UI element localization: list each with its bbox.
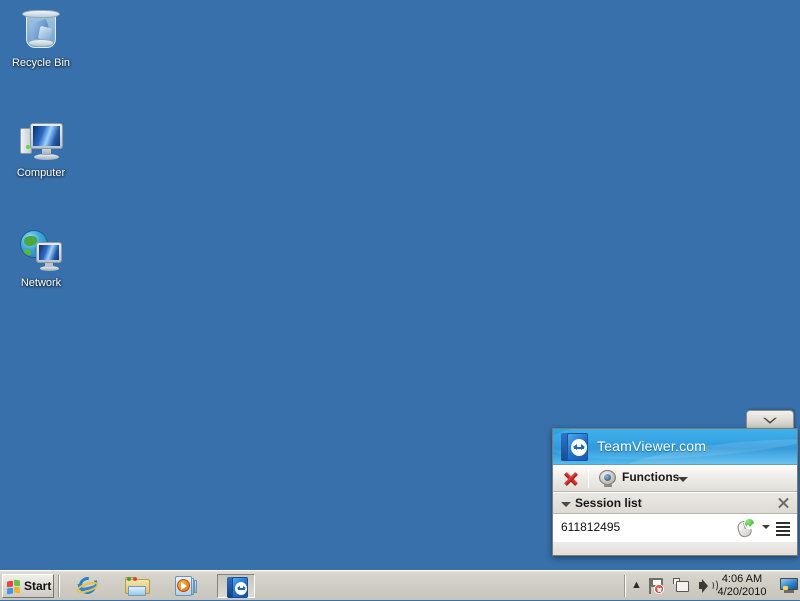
desktop-icon-label: Computer [16, 167, 66, 179]
session-list-title: Session list [575, 496, 642, 510]
system-tray: ▲ 4:06 AM 4/20/2010 [620, 571, 800, 601]
session-id: 611812495 [561, 520, 621, 534]
triangle-down-icon[interactable] [561, 502, 571, 507]
teamviewer-title-text: TeamViewer.com [597, 438, 707, 454]
desktop-icon-network[interactable]: Network [2, 226, 80, 290]
webcam-icon[interactable] [599, 470, 616, 487]
close-x-icon[interactable] [777, 496, 790, 509]
chevron-up-icon[interactable]: ▲ [631, 580, 642, 592]
caret-down-icon[interactable] [762, 525, 770, 529]
chevron-down-icon [763, 416, 777, 424]
start-button[interactable]: Start [2, 574, 54, 598]
folder-icon [125, 577, 150, 596]
network-icon [17, 226, 65, 274]
red-x-icon[interactable] [562, 470, 579, 487]
mouse-control-granted-icon[interactable] [735, 518, 755, 539]
internet-explorer-icon [75, 573, 100, 598]
teamviewer-icon [227, 577, 248, 598]
start-button-label: Start [24, 579, 52, 593]
panel-footer [553, 542, 797, 555]
desktop-icon-label: Recycle Bin [11, 57, 71, 69]
taskbar: Start ▲ 4:06 AM 4/20/2010 [0, 570, 800, 600]
action-center-icon[interactable] [648, 578, 665, 594]
functions-label[interactable]: Functions [622, 470, 679, 484]
clock[interactable]: 4:06 AM 4/20/2010 [709, 573, 775, 599]
teamviewer-panel: TeamViewer.com Functions Session list 61… [552, 428, 798, 556]
teamviewer-logo-icon [561, 433, 588, 461]
toolbar-divider [588, 469, 589, 488]
taskbar-item-media-player[interactable] [167, 574, 205, 598]
desktop-icon-label: Network [20, 277, 62, 289]
desktop-icon-computer[interactable]: Computer [2, 116, 80, 180]
taskbar-item-teamviewer[interactable] [217, 574, 255, 598]
clock-time: 4:06 AM [721, 573, 763, 585]
caret-down-icon[interactable] [678, 477, 688, 482]
teamviewer-toolbar: Functions [553, 465, 797, 492]
tray-divider [624, 575, 626, 597]
taskbar-item-internet-explorer[interactable] [68, 573, 106, 598]
teamviewer-title-bar[interactable]: TeamViewer.com [553, 429, 797, 465]
session-list: 611812495 [553, 514, 797, 542]
taskbar-item-windows-explorer[interactable] [118, 574, 156, 598]
network-monitor-icon[interactable] [673, 578, 690, 594]
clock-date: 4/20/2010 [717, 586, 767, 598]
recycle-bin-icon [17, 6, 65, 54]
session-list-header: Session list [553, 492, 797, 514]
media-player-icon [175, 576, 197, 597]
windows-flag-icon [7, 579, 21, 595]
session-row[interactable]: 611812495 [553, 514, 797, 542]
list-menu-icon[interactable] [776, 522, 790, 536]
quicklaunch-divider [58, 575, 60, 597]
computer-icon [17, 116, 65, 164]
show-desktop-icon[interactable] [780, 578, 798, 593]
teamviewer-collapse-tab[interactable] [746, 410, 794, 430]
desktop-icon-recycle-bin[interactable]: Recycle Bin [2, 6, 80, 70]
